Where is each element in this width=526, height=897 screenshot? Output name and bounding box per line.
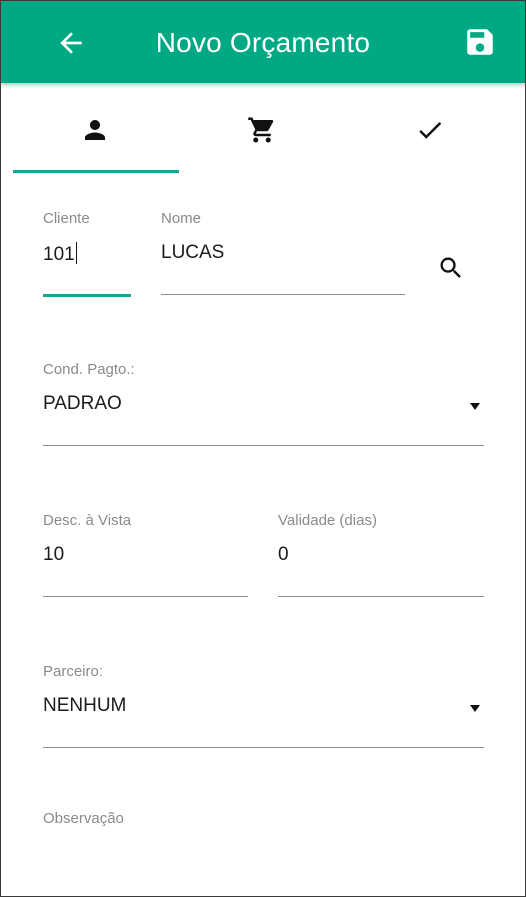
validade-input[interactable]: 0 xyxy=(278,544,289,566)
cond-pagto-label: Cond. Pagto.: xyxy=(43,361,135,378)
text-cursor xyxy=(75,242,78,264)
floppy-save-icon[interactable] xyxy=(463,25,497,59)
parceiro-label: Parceiro: xyxy=(43,663,104,680)
validade-label: Validade (dias) xyxy=(278,512,377,529)
desc-vista-label: Desc. à Vista xyxy=(43,512,132,529)
desc-vista-input[interactable]: 10 xyxy=(43,544,64,566)
validade-underline xyxy=(278,596,484,597)
desc-vista-underline xyxy=(43,596,248,597)
validade-field[interactable]: Validade (dias) 0 xyxy=(278,512,484,602)
search-icon[interactable] xyxy=(437,254,465,282)
app-bar: Novo Orçamento xyxy=(1,1,525,83)
nome-input[interactable]: LUCAS xyxy=(161,242,224,264)
app-frame: Novo Orçamento Cliente 101 Nome LUCAS Co… xyxy=(0,0,526,897)
cliente-field[interactable]: Cliente 101 xyxy=(43,210,131,300)
cliente-input[interactable]: 101 xyxy=(43,242,78,266)
observacao-label: Observação xyxy=(43,810,124,827)
dropdown-arrow-icon xyxy=(470,705,480,712)
cond-pagto-underline xyxy=(43,445,484,446)
nome-label: Nome xyxy=(161,210,202,227)
desc-vista-field[interactable]: Desc. à Vista 10 xyxy=(43,512,248,602)
person-icon xyxy=(85,120,105,140)
tab-cliente[interactable] xyxy=(9,83,181,175)
observacao-field[interactable]: Observação xyxy=(43,810,484,890)
nome-underline xyxy=(161,294,405,295)
cliente-underline xyxy=(43,294,131,297)
cond-pagto-value: PADRAO xyxy=(43,393,122,414)
checkmark-icon xyxy=(419,121,442,139)
parceiro-value: NENHUM xyxy=(43,695,127,716)
page-title: Novo Orçamento xyxy=(155,27,371,58)
cond-pagto-select[interactable]: Cond. Pagto.: PADRAO xyxy=(43,361,484,451)
parceiro-underline xyxy=(43,747,484,748)
tab-finalizar[interactable] xyxy=(344,83,516,175)
tab-bar xyxy=(1,83,525,175)
cliente-label: Cliente xyxy=(43,210,90,227)
tab-indicator xyxy=(13,170,179,173)
cliente-value: 101 xyxy=(43,244,75,265)
nome-field[interactable]: Nome LUCAS xyxy=(161,210,405,300)
tab-carrinho[interactable] xyxy=(176,83,348,175)
shopping-cart-icon xyxy=(248,117,274,143)
parceiro-select[interactable]: Parceiro: NENHUM xyxy=(43,663,484,753)
dropdown-arrow-icon xyxy=(470,403,480,410)
